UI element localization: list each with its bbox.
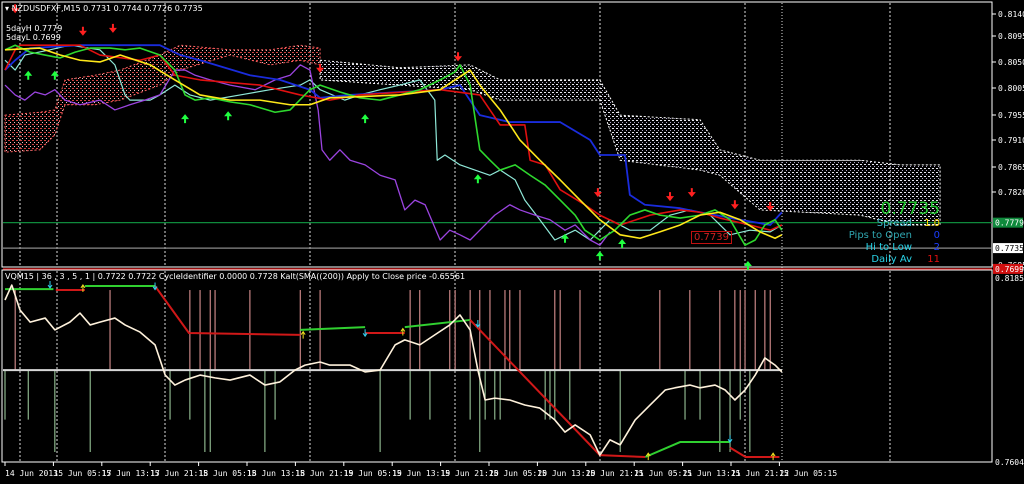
price-axis-label: 0.7955 [998, 111, 1024, 120]
info-label: Daily Av [871, 254, 912, 265]
marker-current-label: 0.7735 [995, 244, 1024, 253]
collapse-triangle-icon[interactable]: ▾ [5, 4, 9, 13]
marker-high-label: 0.7779 [995, 219, 1024, 228]
info-current-price: 0.7735 [880, 199, 940, 219]
indicator-axis-label: 0.8185 [995, 274, 1024, 283]
info-row: Spread 1.0 [877, 218, 940, 229]
symbol-ohlc: NZDUSDFXF,M15 0.7731 0.7744 0.7726 0.773… [11, 4, 203, 13]
five-day-low: 5dayL 0.7699 [6, 33, 61, 42]
price-axis-label: 0.8050 [998, 58, 1024, 67]
price-axis-label: 0.7910 [998, 136, 1024, 145]
time-axis-label: 22 Jun 05:15 [779, 469, 837, 478]
indicator-header: VQM15 | 36 , 3 , 5 , 1 | 0.7722 0.7722 C… [5, 272, 466, 281]
time-axis-label: 14 Jun 2013 [5, 469, 58, 478]
price-axis-label: 0.8140 [998, 10, 1024, 19]
indicator-axis-label: 0.7604 [995, 458, 1024, 467]
info-label: Hi to Low [865, 242, 912, 253]
info-label: Spread [876, 218, 912, 229]
five-day-high: 5dayH 0.7779 [6, 24, 63, 33]
price-axis-label: 0.8095 [998, 32, 1024, 41]
price-axis-label: 0.8005 [998, 84, 1024, 93]
info-row: Daily Av 11 [871, 254, 940, 265]
info-row: Pips to Open 0 [849, 230, 940, 241]
info-label: Pips to Open [848, 230, 912, 241]
info-value: 1.0 [924, 218, 940, 229]
price-label-box: 0.7739 [691, 231, 732, 244]
info-value: 2 [933, 242, 940, 253]
info-value: 11 [927, 254, 940, 265]
price-axis-label: 0.7865 [998, 163, 1024, 172]
symbol-header[interactable]: ▾ NZDUSDFXF,M15 0.7731 0.7744 0.7726 0.7… [5, 4, 203, 13]
price-axis-label: 0.7820 [998, 188, 1024, 197]
marker-low-label: 0.7699 [995, 265, 1024, 274]
info-row: Hi to Low 2 [866, 242, 940, 253]
info-value: 0 [933, 230, 940, 241]
